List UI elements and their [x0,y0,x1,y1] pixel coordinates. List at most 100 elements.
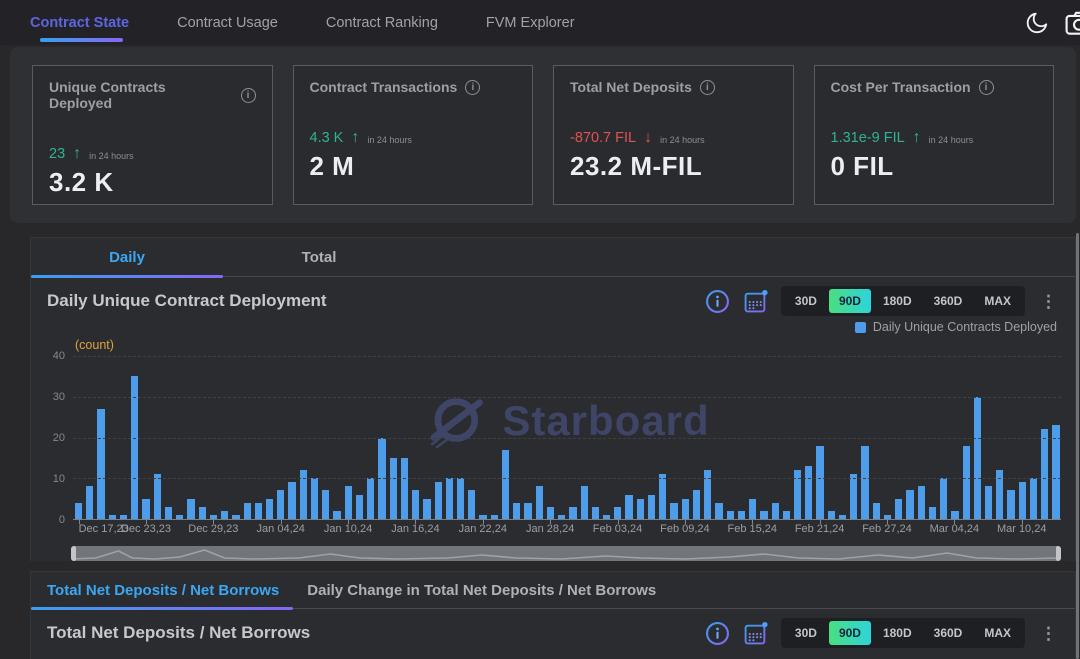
bar[interactable] [176,515,183,519]
bar[interactable] [547,507,554,519]
range-30d[interactable]: 30D [785,289,827,313]
bar[interactable] [277,490,284,519]
bar[interactable] [951,511,958,519]
bar[interactable] [367,478,374,519]
bar[interactable] [120,515,127,519]
bar[interactable] [648,495,655,519]
bar[interactable] [435,482,442,519]
range-max[interactable]: MAX [974,289,1021,313]
bar[interactable] [558,515,565,519]
page-scrollbar[interactable] [1076,233,1079,659]
bar[interactable] [412,490,419,519]
info-icon[interactable]: i [700,80,715,95]
info-icon[interactable] [705,289,730,314]
bar[interactable] [401,458,408,519]
bar[interactable] [850,474,857,519]
range-360d[interactable]: 360D [924,621,973,645]
bar[interactable] [142,499,149,519]
bar[interactable] [963,446,970,519]
bar[interactable] [783,511,790,519]
datazoom-handle-right[interactable] [1056,546,1061,561]
datazoom-slider[interactable] [71,546,1061,561]
bar[interactable] [154,474,161,519]
bar[interactable] [345,486,352,519]
bar[interactable] [603,515,610,519]
tab-daily-change-in-total-net-deposits-net-borrows[interactable]: Daily Change in Total Net Deposits / Net… [293,572,670,608]
range-30d[interactable]: 30D [785,621,827,645]
calendar-icon[interactable] [743,621,768,646]
bar[interactable] [873,503,880,519]
bar[interactable] [199,507,206,519]
bar[interactable] [918,486,925,519]
bar[interactable] [637,499,644,519]
bar[interactable] [760,511,767,519]
info-icon[interactable]: i [979,80,994,95]
bar[interactable] [266,499,273,519]
bar[interactable] [457,478,464,519]
bar[interactable] [75,503,82,519]
tab-daily[interactable]: Daily [31,238,223,276]
bar[interactable] [524,503,531,519]
bar[interactable] [536,486,543,519]
bar[interactable] [513,503,520,519]
bar[interactable] [311,478,318,519]
bar[interactable] [625,495,632,519]
tab-total-net-deposits-net-borrows[interactable]: Total Net Deposits / Net Borrows [31,572,293,608]
bar[interactable] [682,499,689,519]
info-icon[interactable]: i [241,88,256,103]
bar[interactable] [1019,482,1026,519]
bar[interactable] [839,515,846,519]
bar[interactable] [232,515,239,519]
bar[interactable] [288,482,295,519]
bar[interactable] [165,507,172,519]
bar[interactable] [1007,490,1014,519]
bar[interactable] [906,490,913,519]
kebab-menu-icon[interactable]: ⋮ [1038,625,1059,642]
bar[interactable] [109,515,116,519]
bar[interactable] [86,486,93,519]
bar[interactable] [772,503,779,519]
kebab-menu-icon[interactable]: ⋮ [1038,293,1059,310]
bar[interactable] [446,478,453,519]
bar[interactable] [255,503,262,519]
bar[interactable] [727,511,734,519]
bar[interactable] [131,376,138,519]
bar[interactable] [816,446,823,519]
info-icon[interactable]: i [465,80,480,95]
bar[interactable] [715,503,722,519]
bar[interactable] [187,499,194,519]
bar[interactable] [693,490,700,519]
bar[interactable] [390,458,397,519]
range-90d[interactable]: 90D [829,289,871,313]
moon-icon[interactable] [1024,10,1050,36]
bar[interactable] [581,486,588,519]
bar[interactable] [985,486,992,519]
bar[interactable] [670,503,677,519]
bar[interactable] [491,515,498,519]
bar[interactable] [468,490,475,519]
bar[interactable] [940,478,947,519]
calendar-icon[interactable] [743,289,768,314]
bar[interactable] [423,499,430,519]
bar[interactable] [749,499,756,519]
nav-tab-fvm-explorer[interactable]: FVM Explorer [486,0,575,45]
bar[interactable] [356,495,363,519]
info-icon[interactable] [705,621,730,646]
bar[interactable] [592,507,599,519]
bar[interactable] [929,507,936,519]
range-180d[interactable]: 180D [873,621,922,645]
bar[interactable] [244,503,251,519]
nav-tab-contract-usage[interactable]: Contract Usage [177,0,278,45]
bar[interactable] [738,511,745,519]
bar[interactable] [805,466,812,519]
bar[interactable] [861,446,868,519]
nav-tab-contract-state[interactable]: Contract State [30,0,129,45]
bar[interactable] [569,507,576,519]
bar[interactable] [828,511,835,519]
nav-tab-contract-ranking[interactable]: Contract Ranking [326,0,438,45]
range-360d[interactable]: 360D [924,289,973,313]
tab-total[interactable]: Total [223,238,415,276]
bar[interactable] [1052,425,1059,519]
bar[interactable] [1030,478,1037,519]
bar[interactable] [1041,429,1048,519]
